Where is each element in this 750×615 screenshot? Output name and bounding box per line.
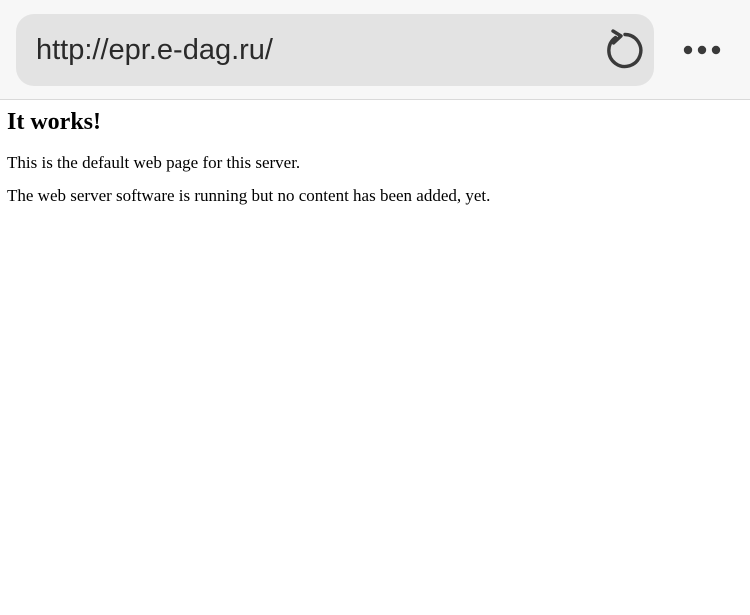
url-text[interactable]: http://epr.e-dag.ru/ (36, 14, 273, 86)
address-bar[interactable]: http://epr.e-dag.ru/ (16, 14, 654, 86)
more-button[interactable] (674, 28, 730, 72)
browser-toolbar: http://epr.e-dag.ru/ (0, 0, 750, 100)
paragraph-default-page: This is the default web page for this se… (7, 153, 301, 172)
more-horizontal-icon (683, 45, 721, 55)
paragraph-server-running: The web server software is running but n… (7, 186, 491, 205)
reload-button[interactable] (600, 28, 644, 72)
page-title: It works! (7, 109, 101, 135)
reload-icon (607, 29, 643, 69)
